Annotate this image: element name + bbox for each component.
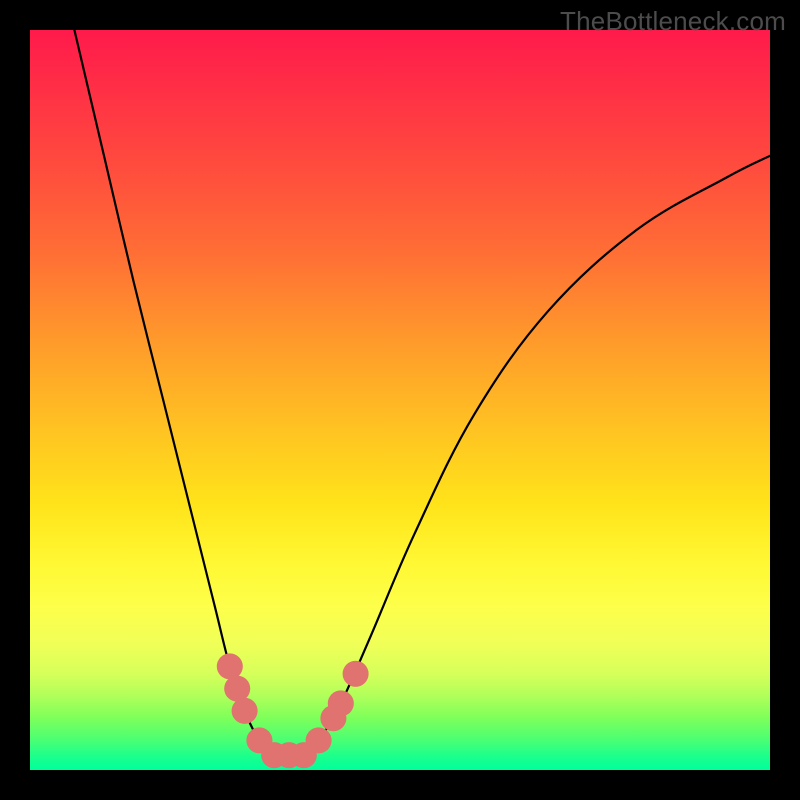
watermark-text: TheBottleneck.com (560, 6, 786, 37)
bottleneck-curve (74, 30, 770, 756)
marker-point (343, 661, 369, 687)
marker-point (224, 676, 250, 702)
marker-point (306, 727, 332, 753)
plot-area (30, 30, 770, 770)
marker-group (217, 653, 369, 768)
marker-point (232, 698, 258, 724)
chart-frame: TheBottleneck.com (0, 0, 800, 800)
marker-point (328, 690, 354, 716)
marker-point (217, 653, 243, 679)
curve-layer (30, 30, 770, 770)
